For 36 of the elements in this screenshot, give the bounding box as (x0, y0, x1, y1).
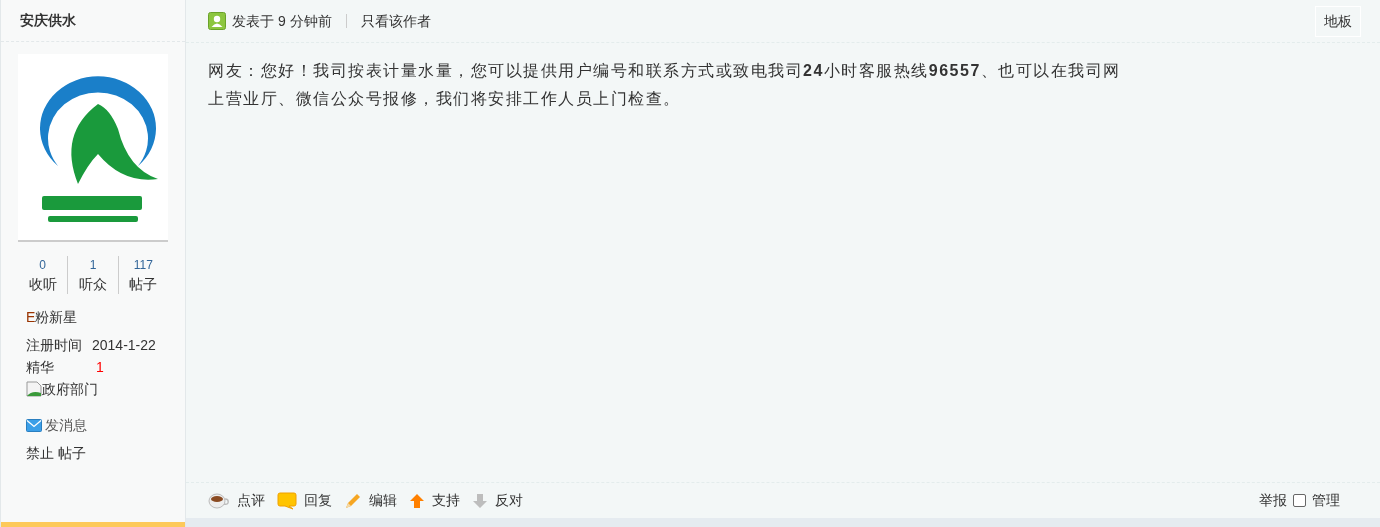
up-arrow-icon (409, 492, 425, 509)
author-only-link[interactable]: 只看该作者 (360, 10, 431, 32)
admin-link[interactable]: 帖子 (58, 442, 86, 464)
stat-value[interactable]: 117 (133, 256, 153, 274)
user-rank: E粉新星 (26, 308, 79, 327)
send-message-link[interactable]: 发消息 (45, 414, 87, 436)
post-time: 发表于 9 分钟前 (232, 11, 332, 31)
stat-label[interactable]: 听众 (79, 274, 107, 294)
group-image-alt: 政府部门 (42, 380, 98, 399)
edit-action[interactable]: 编辑 (344, 490, 397, 511)
pencil-icon (344, 491, 362, 510)
stat-value[interactable]: 1 (89, 256, 97, 274)
speech-bubble-icon (277, 491, 297, 510)
manage-label[interactable]: 管理 (1312, 490, 1340, 511)
coffee-cup-icon (208, 492, 230, 509)
stat-label[interactable]: 帖子 (129, 274, 158, 294)
stat-label[interactable]: 收听 (28, 274, 57, 294)
floor-label[interactable]: 地板 (1315, 5, 1361, 37)
field-value: 2014-1-22 (92, 336, 156, 355)
broken-image-icon (26, 381, 42, 397)
user-icon (208, 12, 226, 30)
oppose-action[interactable]: 反对 (472, 490, 523, 511)
field-label: 精华 (26, 358, 55, 377)
envelope-icon (26, 418, 42, 432)
reply-action[interactable]: 回复 (277, 490, 332, 511)
author-name[interactable]: 安庆供水 (20, 10, 76, 31)
field-value: 1 (96, 358, 104, 377)
report-link[interactable]: 举报 (1259, 490, 1287, 511)
stat-value[interactable]: 0 (39, 256, 46, 274)
field-label: 注册时间 (26, 336, 83, 355)
comment-action[interactable]: 点评 (208, 490, 265, 511)
admin-link[interactable]: 禁止 (26, 442, 54, 464)
support-action[interactable]: 支持 (409, 490, 460, 511)
down-arrow-icon (472, 492, 488, 509)
post-body: 网友：您好！我司按表计量水量，您可以提供用户编号和联系方式或致电我司24小时客服热线96557、也可以在我司网上营业厅、微信公众号报修，我们将安排工作人员上门检查。 (208, 61, 1122, 109)
manage-checkbox[interactable] (1293, 494, 1306, 507)
